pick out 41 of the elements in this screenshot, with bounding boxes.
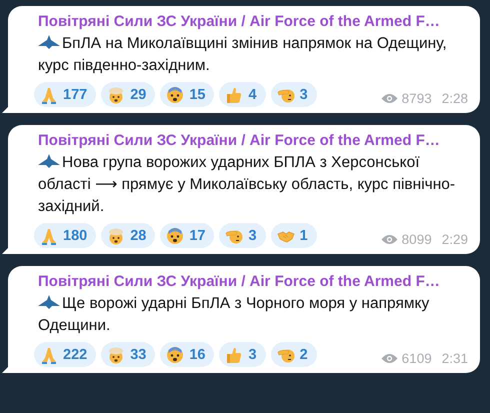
drone-icon bbox=[38, 295, 60, 309]
message-time: 2:31 bbox=[442, 351, 468, 366]
message-time: 2:29 bbox=[442, 232, 468, 247]
thumbs-up-icon bbox=[225, 346, 244, 364]
channel-name[interactable]: Повітряні Сили ЗС України / Air Force of the Armed F… bbox=[38, 131, 468, 151]
thumbs-up-icon bbox=[225, 86, 244, 104]
reaction-button[interactable]: 1 bbox=[270, 223, 317, 248]
channel-name[interactable]: Повітряні Сили ЗС України / Air Force of the Armed F… bbox=[38, 12, 468, 32]
reaction-button[interactable]: 15 bbox=[160, 82, 214, 107]
view-count: 8793 bbox=[402, 91, 432, 106]
message-time: 2:28 bbox=[442, 91, 468, 106]
reaction-button[interactable]: 222 bbox=[34, 342, 96, 367]
reaction-button[interactable]: 177 bbox=[34, 82, 96, 107]
views-eye-icon bbox=[380, 353, 398, 364]
reaction-button[interactable]: 3 bbox=[219, 223, 266, 248]
reaction-button[interactable]: 28 bbox=[101, 223, 156, 248]
views-eye-icon bbox=[380, 93, 398, 104]
drone-icon bbox=[38, 154, 60, 168]
reaction-button[interactable]: 4 bbox=[219, 82, 266, 107]
message-text: Ще ворожі ударні БпЛА з Чорного моря у напрямку Одещини. bbox=[38, 294, 430, 336]
view-count: 6109 bbox=[402, 351, 432, 366]
pray-hands-icon bbox=[40, 346, 58, 364]
reaction-button[interactable]: 180 bbox=[34, 223, 96, 248]
drone-icon bbox=[38, 35, 60, 49]
views-eye-icon bbox=[380, 234, 398, 245]
pray-hands-icon bbox=[40, 226, 58, 244]
fearful-face-icon bbox=[166, 226, 184, 244]
fearful-face-icon bbox=[166, 86, 184, 104]
reaction-button[interactable]: 29 bbox=[101, 82, 156, 107]
reaction-button[interactable]: 17 bbox=[160, 223, 214, 248]
reaction-button[interactable]: 3 bbox=[270, 82, 317, 107]
fearful-face-icon bbox=[166, 346, 184, 364]
reaction-button[interactable]: 3 bbox=[219, 342, 266, 367]
message-text: Нова група ворожих ударних БПЛА з Херсонської області ⟶ прямує у Миколаївську область, курс північно-західний. bbox=[38, 153, 456, 217]
view-count: 8099 bbox=[402, 232, 432, 247]
channel-name[interactable]: Повітряні Сили ЗС України / Air Force of the Armed F… bbox=[38, 272, 468, 292]
reaction-button[interactable]: 16 bbox=[160, 342, 214, 367]
reaction-button[interactable]: 33 bbox=[101, 342, 156, 367]
message-text: БпЛА на Миколаївщині змінив напрямок на Одещину, курс південно-західним. bbox=[38, 34, 448, 76]
reaction-button[interactable]: 2 bbox=[270, 342, 317, 367]
pray-hands-icon bbox=[40, 86, 58, 104]
